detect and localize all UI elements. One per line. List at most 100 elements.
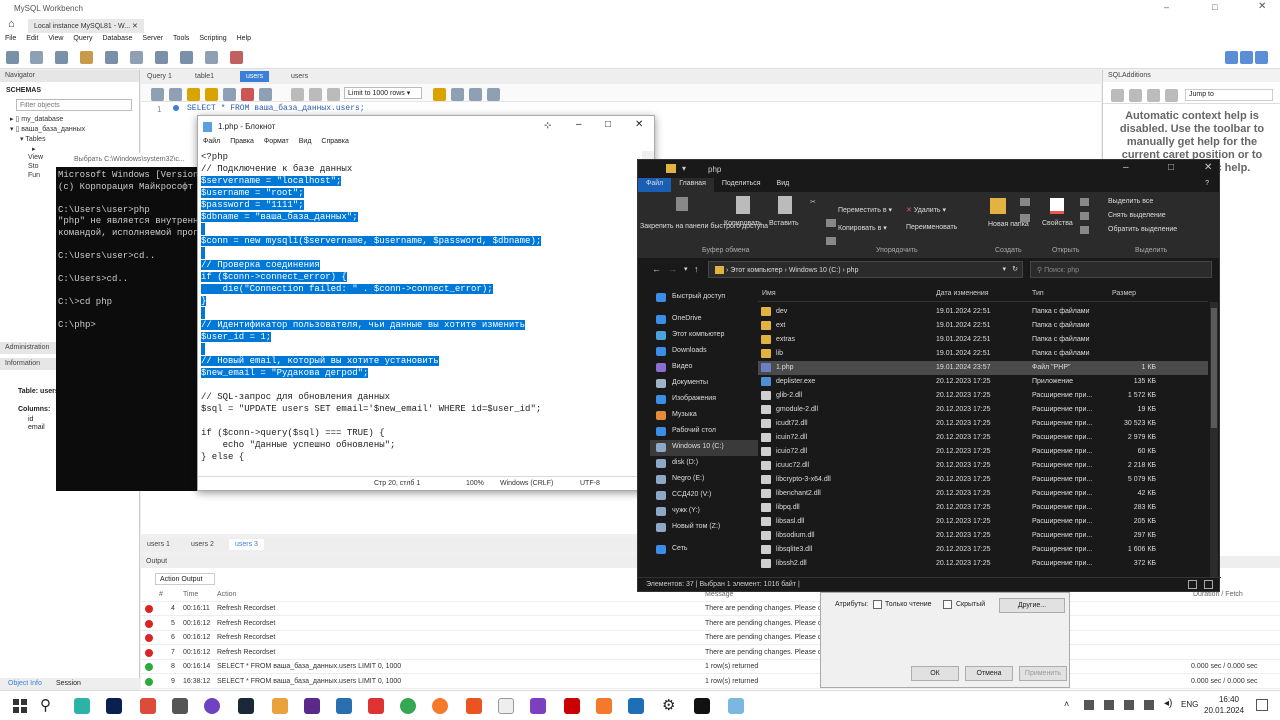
np-menu-format[interactable]: Формат bbox=[259, 136, 294, 150]
cmd-output[interactable]: Microsoft Windows [Version (c) Корпораци… bbox=[56, 167, 198, 334]
pin-icon[interactable]: ⊹ bbox=[544, 120, 552, 131]
np-maximize-icon[interactable]: □ bbox=[605, 119, 611, 130]
tray-app4-icon[interactable] bbox=[1144, 700, 1154, 710]
tab-users-active[interactable]: users bbox=[240, 71, 270, 82]
file-row[interactable]: libcrypto-3-x64.dll 20.12.2023 17:25 Рас… bbox=[758, 473, 1208, 487]
open-icon[interactable] bbox=[1080, 198, 1089, 206]
clock-date[interactable]: 20.01.2024 bbox=[1204, 706, 1244, 715]
nav-music[interactable]: Музыка bbox=[650, 408, 758, 424]
forward-icon[interactable]: → bbox=[668, 264, 677, 274]
app-store-icon[interactable] bbox=[172, 698, 188, 714]
refresh-icon[interactable]: ↻ bbox=[1012, 265, 1018, 273]
col-type[interactable]: Тип bbox=[1032, 290, 1044, 297]
search-icon[interactable]: ⚲ bbox=[40, 696, 51, 714]
file-row[interactable]: libsqlite3.dll 20.12.2023 17:25 Расширен… bbox=[758, 543, 1208, 557]
file-row[interactable]: icuio72.dll 20.12.2023 17:25 Расширение … bbox=[758, 445, 1208, 459]
file-row[interactable]: icuin72.dll 20.12.2023 17:25 Расширение … bbox=[758, 431, 1208, 445]
properties-button[interactable]: Свойства bbox=[1042, 220, 1073, 227]
app-media-icon[interactable] bbox=[336, 698, 352, 714]
tray-expand-icon[interactable]: ˄ bbox=[1064, 699, 1069, 709]
back-icon[interactable]: ← bbox=[652, 264, 661, 274]
file-row[interactable]: glib-2.dll 20.12.2023 17:25 Расширение п… bbox=[758, 389, 1208, 403]
result-tab-users-2[interactable]: users 2 bbox=[185, 539, 220, 550]
menu-view[interactable]: View bbox=[43, 33, 68, 47]
copy-path-icon[interactable] bbox=[826, 219, 836, 227]
app-yandex-browser-icon[interactable] bbox=[564, 698, 580, 714]
file-row[interactable]: icudt72.dll 20.12.2023 17:25 Расширение … bbox=[758, 417, 1208, 431]
file-row[interactable]: deplister.exe 20.12.2023 17:25 Приложени… bbox=[758, 375, 1208, 389]
np-menu-edit[interactable]: Правка bbox=[225, 136, 259, 150]
menu-edit[interactable]: Edit bbox=[21, 33, 43, 47]
menu-file[interactable]: File bbox=[0, 33, 21, 47]
nav-this-pc[interactable]: Этот компьютер bbox=[650, 328, 758, 344]
nav-drive-z[interactable]: Новый том (Z:) bbox=[650, 520, 758, 536]
exp-maximize-icon[interactable]: □ bbox=[1168, 162, 1174, 173]
np-minimize-icon[interactable]: – bbox=[576, 119, 582, 130]
execute-icon[interactable] bbox=[187, 88, 200, 101]
select-all-button[interactable]: Выделить все bbox=[1108, 198, 1153, 205]
pin-ribbon-icon[interactable] bbox=[676, 197, 688, 211]
col-name[interactable]: Имя bbox=[762, 290, 776, 297]
up-icon[interactable]: ↑ bbox=[694, 264, 699, 274]
copy-button[interactable]: Копировать bbox=[724, 220, 762, 227]
create-view-icon[interactable] bbox=[130, 51, 143, 64]
ok-button[interactable]: ОК bbox=[911, 666, 959, 681]
tiles-view-icon[interactable] bbox=[1204, 580, 1213, 589]
address-bar[interactable]: › Этот компьютер › Windows 10 (C:) › php… bbox=[708, 261, 1023, 278]
ribbon-tab-home[interactable]: Главная bbox=[671, 178, 714, 192]
execute-line-icon[interactable] bbox=[205, 88, 218, 101]
language-indicator[interactable]: ENG bbox=[1181, 700, 1198, 709]
menu-tools[interactable]: Tools bbox=[168, 33, 194, 47]
paste-button[interactable]: Вставить bbox=[769, 220, 799, 227]
help-back-icon[interactable] bbox=[1111, 89, 1124, 102]
col-date[interactable]: Дата изменения bbox=[936, 290, 989, 297]
easy-access-icon[interactable] bbox=[1020, 214, 1030, 222]
file-row[interactable]: libenchant2.dll 20.12.2023 17:25 Расшире… bbox=[758, 487, 1208, 501]
toggle-output-icon[interactable] bbox=[1255, 51, 1268, 64]
maximize-icon[interactable]: □ bbox=[1212, 2, 1217, 12]
file-row[interactable]: ext 19.01.2024 22:51 Папка с файлами bbox=[758, 319, 1208, 333]
menu-help[interactable]: Help bbox=[232, 33, 256, 47]
inspector-icon[interactable] bbox=[55, 51, 68, 64]
beautify-icon[interactable] bbox=[433, 88, 446, 101]
app-explorer-icon[interactable] bbox=[272, 698, 288, 714]
app-yandex-icon[interactable] bbox=[368, 698, 384, 714]
result-tab-users-1[interactable]: users 1 bbox=[141, 539, 176, 550]
edit-icon[interactable] bbox=[1080, 212, 1089, 220]
apply-button[interactable]: Применить bbox=[1019, 666, 1067, 681]
cut-icon[interactable]: ✂ bbox=[810, 198, 816, 206]
invisible-chars-icon[interactable] bbox=[469, 88, 482, 101]
manual-help-icon[interactable] bbox=[1165, 89, 1178, 102]
new-sql-tab-icon[interactable] bbox=[6, 51, 19, 64]
deselect-button[interactable]: Снять выделение bbox=[1108, 212, 1166, 219]
auto-help-icon[interactable] bbox=[1147, 89, 1160, 102]
history-icon[interactable] bbox=[1080, 226, 1089, 234]
search-box[interactable]: ⚲ Поиск: php bbox=[1030, 261, 1212, 278]
minimize-icon[interactable]: – bbox=[1164, 2, 1169, 12]
jump-to-select[interactable]: Jump to bbox=[1185, 89, 1273, 101]
create-schema-icon[interactable] bbox=[80, 51, 93, 64]
app-game-icon[interactable] bbox=[140, 698, 156, 714]
np-menu-file[interactable]: Файл bbox=[198, 136, 225, 150]
output-row[interactable]: 8 00:16:14 SELECT * FROM ваша_база_данны… bbox=[141, 660, 1280, 674]
explorer-scroll-thumb[interactable] bbox=[1211, 308, 1217, 428]
file-row[interactable]: icuuc72.dll 20.12.2023 17:25 Расширение … bbox=[758, 459, 1208, 473]
clock-time[interactable]: 16:40 bbox=[1212, 695, 1246, 704]
help-icon[interactable]: ? bbox=[1197, 178, 1219, 192]
notifications-icon[interactable] bbox=[1256, 699, 1268, 711]
nav-drive-e[interactable]: Negro (E:) bbox=[650, 472, 758, 488]
create-function-icon[interactable] bbox=[180, 51, 193, 64]
app-blender-icon[interactable] bbox=[432, 698, 448, 714]
delete-button[interactable]: ✕ Удалить ▾ bbox=[906, 206, 946, 214]
toggle-sidebar-icon[interactable] bbox=[1240, 51, 1253, 64]
address-dropdown-icon[interactable]: ▾ bbox=[1002, 265, 1006, 273]
output-row[interactable]: 9 16:38:12 SELECT * FROM ваша_база_данны… bbox=[141, 675, 1280, 689]
file-row[interactable]: libssh2.dll 20.12.2023 17:25 Расширение … bbox=[758, 557, 1208, 571]
crumb-drive[interactable]: Windows 10 (C:) bbox=[789, 267, 841, 274]
filter-objects-input[interactable] bbox=[16, 99, 132, 111]
schema-my-database[interactable]: ▸ ▯ my_database bbox=[10, 114, 139, 124]
reconnect-icon[interactable] bbox=[230, 51, 243, 64]
copy-to-button[interactable]: Копировать в ▾ bbox=[838, 224, 887, 232]
app-notepad-icon[interactable] bbox=[728, 698, 744, 714]
nav-downloads[interactable]: Downloads bbox=[650, 344, 758, 360]
